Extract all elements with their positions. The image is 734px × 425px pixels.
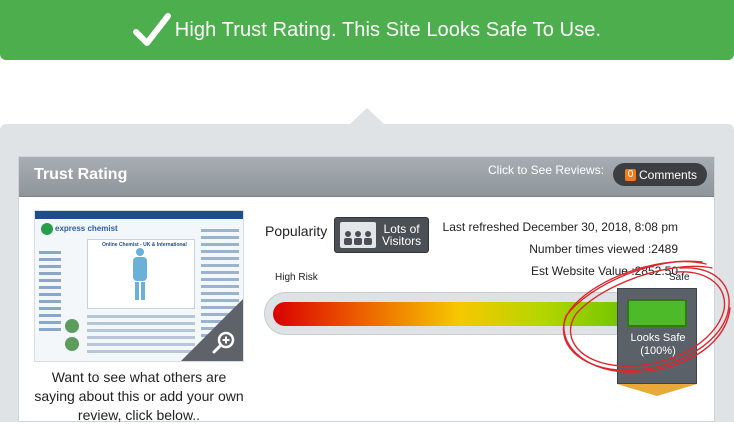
thumbnail-sidebar [39, 251, 61, 335]
site-stats: Last refreshed December 30, 2018, 8:08 p… [443, 216, 678, 282]
thumbnail-nav-bar [35, 211, 243, 219]
section-notch [349, 108, 385, 125]
comments-button[interactable]: 0 Comments [613, 163, 707, 186]
pointer-tip [617, 384, 697, 396]
thumbnail-caption[interactable]: Want to see what others are saying about… [34, 368, 244, 425]
last-refreshed: Last refreshed December 30, 2018, 8:08 p… [442, 220, 678, 234]
people-icon [340, 222, 376, 248]
comments-label: Comments [639, 167, 698, 182]
trust-rating-panel: Trust Rating Click to See Reviews: 0 Com… [18, 156, 715, 425]
panel-title: Trust Rating [34, 166, 128, 183]
thumbnail-badges [65, 319, 79, 355]
banner-message: High Trust Rating. This Site Looks Safe … [174, 18, 602, 41]
panel-header: Trust Rating Click to See Reviews: 0 Com… [19, 157, 714, 197]
body-figure-icon [132, 248, 148, 302]
thumbnail-logo: express chemist [41, 223, 118, 235]
times-viewed: Number times viewed :2489 [529, 242, 678, 256]
meter-low-label: High Risk [275, 272, 318, 283]
logo-mark-icon [41, 223, 53, 235]
thumbnail-feature-box: Online Chemist - UK & International [87, 239, 195, 309]
popularity-badge-text: Lots of Visitors [382, 222, 422, 248]
popularity-label: Popularity [265, 223, 328, 239]
pointer-window [627, 299, 687, 327]
website-value: Est Website Value :2852.50 [531, 264, 678, 278]
pointer-body: Looks Safe (100%) [617, 288, 697, 384]
reviews-hint: Click to See Reviews: [488, 163, 605, 177]
pointer-label: Looks Safe (100%) [630, 332, 686, 357]
check-icon [132, 13, 171, 46]
trust-banner: High Trust Rating. This Site Looks Safe … [0, 0, 734, 60]
zoom-icon[interactable] [211, 329, 237, 355]
thumbnail-content-lines [87, 315, 195, 357]
comments-count-badge: 0 [625, 168, 636, 181]
trust-meter-pointer: Looks Safe (100%) [617, 288, 697, 396]
site-thumbnail[interactable]: express chemist Online Chemist - UK & In… [34, 210, 244, 362]
meter-high-label: Safe [669, 272, 690, 283]
popularity-badge: Lots of Visitors [334, 217, 429, 253]
